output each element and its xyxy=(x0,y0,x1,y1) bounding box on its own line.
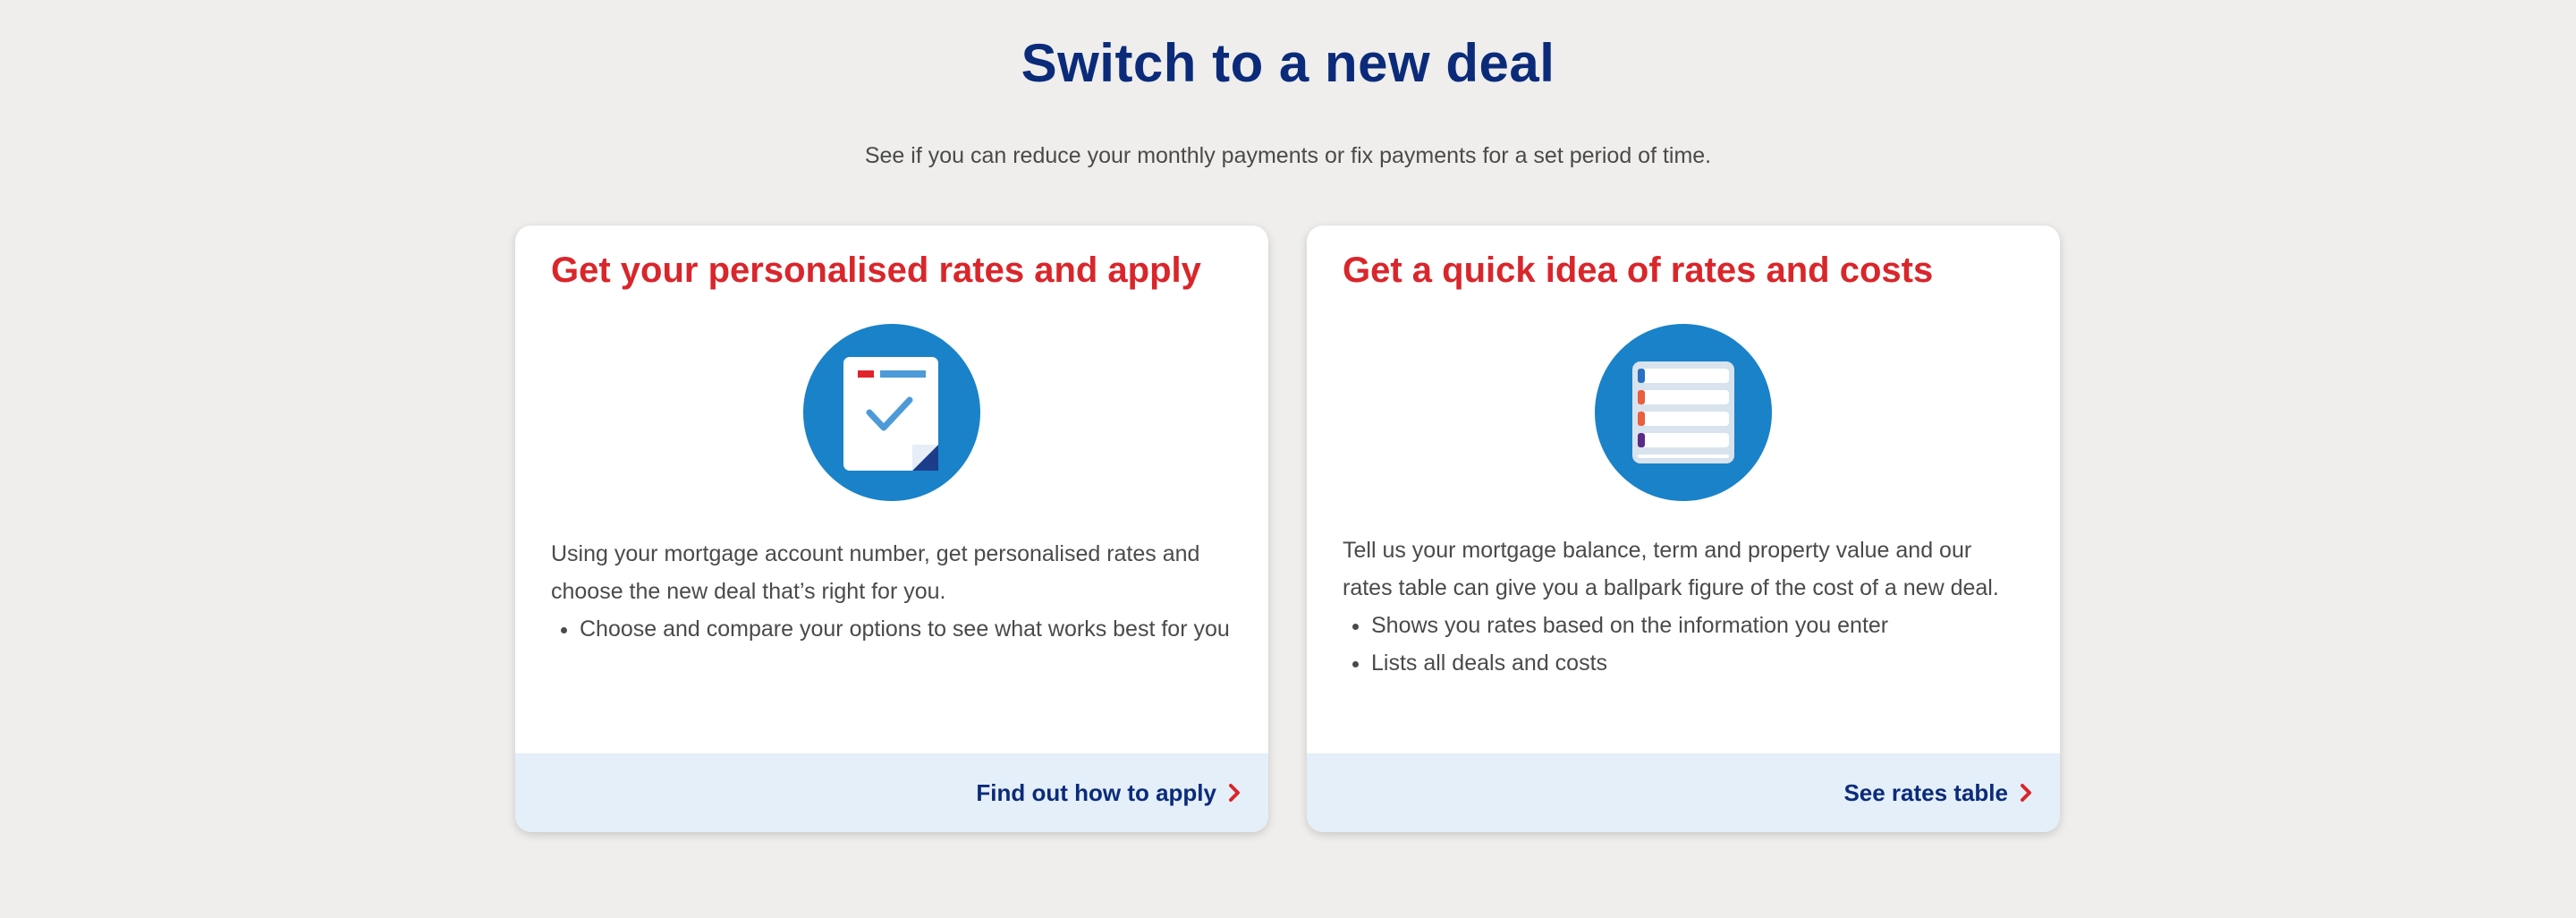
page-subtitle: See if you can reduce your monthly payme… xyxy=(864,143,1712,168)
list-item: Choose and compare your options to see w… xyxy=(580,610,1233,648)
quick-rates-card: Get a quick idea of rates and costs Tell… xyxy=(1307,225,2060,832)
page-title: Switch to a new deal xyxy=(1021,33,1555,93)
personalised-rates-card: Get your personalised rates and apply Us… xyxy=(515,225,1268,832)
card-description: Using your mortgage account number, get … xyxy=(551,541,1200,604)
see-rates-table-link[interactable]: See rates table xyxy=(1843,753,2033,832)
card-footer: Find out how to apply xyxy=(515,753,1268,832)
card-title: Get a quick idea of rates and costs xyxy=(1343,251,1934,290)
rates-list-icon xyxy=(1595,324,1772,501)
card-title: Get your personalised rates and apply xyxy=(551,251,1201,290)
card-body: Using your mortgage account number, get … xyxy=(551,535,1233,648)
find-out-how-to-apply-link[interactable]: Find out how to apply xyxy=(976,753,1241,832)
card-description: Tell us your mortgage balance, term and … xyxy=(1343,538,1999,600)
document-check-icon xyxy=(803,324,980,501)
list-item: Lists all deals and costs xyxy=(1371,644,2024,682)
list-item: Shows you rates based on the information… xyxy=(1371,607,2024,644)
bullet-list: Choose and compare your options to see w… xyxy=(551,610,1233,648)
link-label: See rates table xyxy=(1843,778,2008,806)
card-footer: See rates table xyxy=(1307,753,2060,832)
chevron-right-icon xyxy=(2021,784,2031,802)
chevron-right-icon xyxy=(1229,784,1240,802)
card-body: Tell us your mortgage balance, term and … xyxy=(1343,531,2024,682)
bullet-list: Shows you rates based on the information… xyxy=(1343,607,2024,682)
link-label: Find out how to apply xyxy=(976,778,1216,806)
